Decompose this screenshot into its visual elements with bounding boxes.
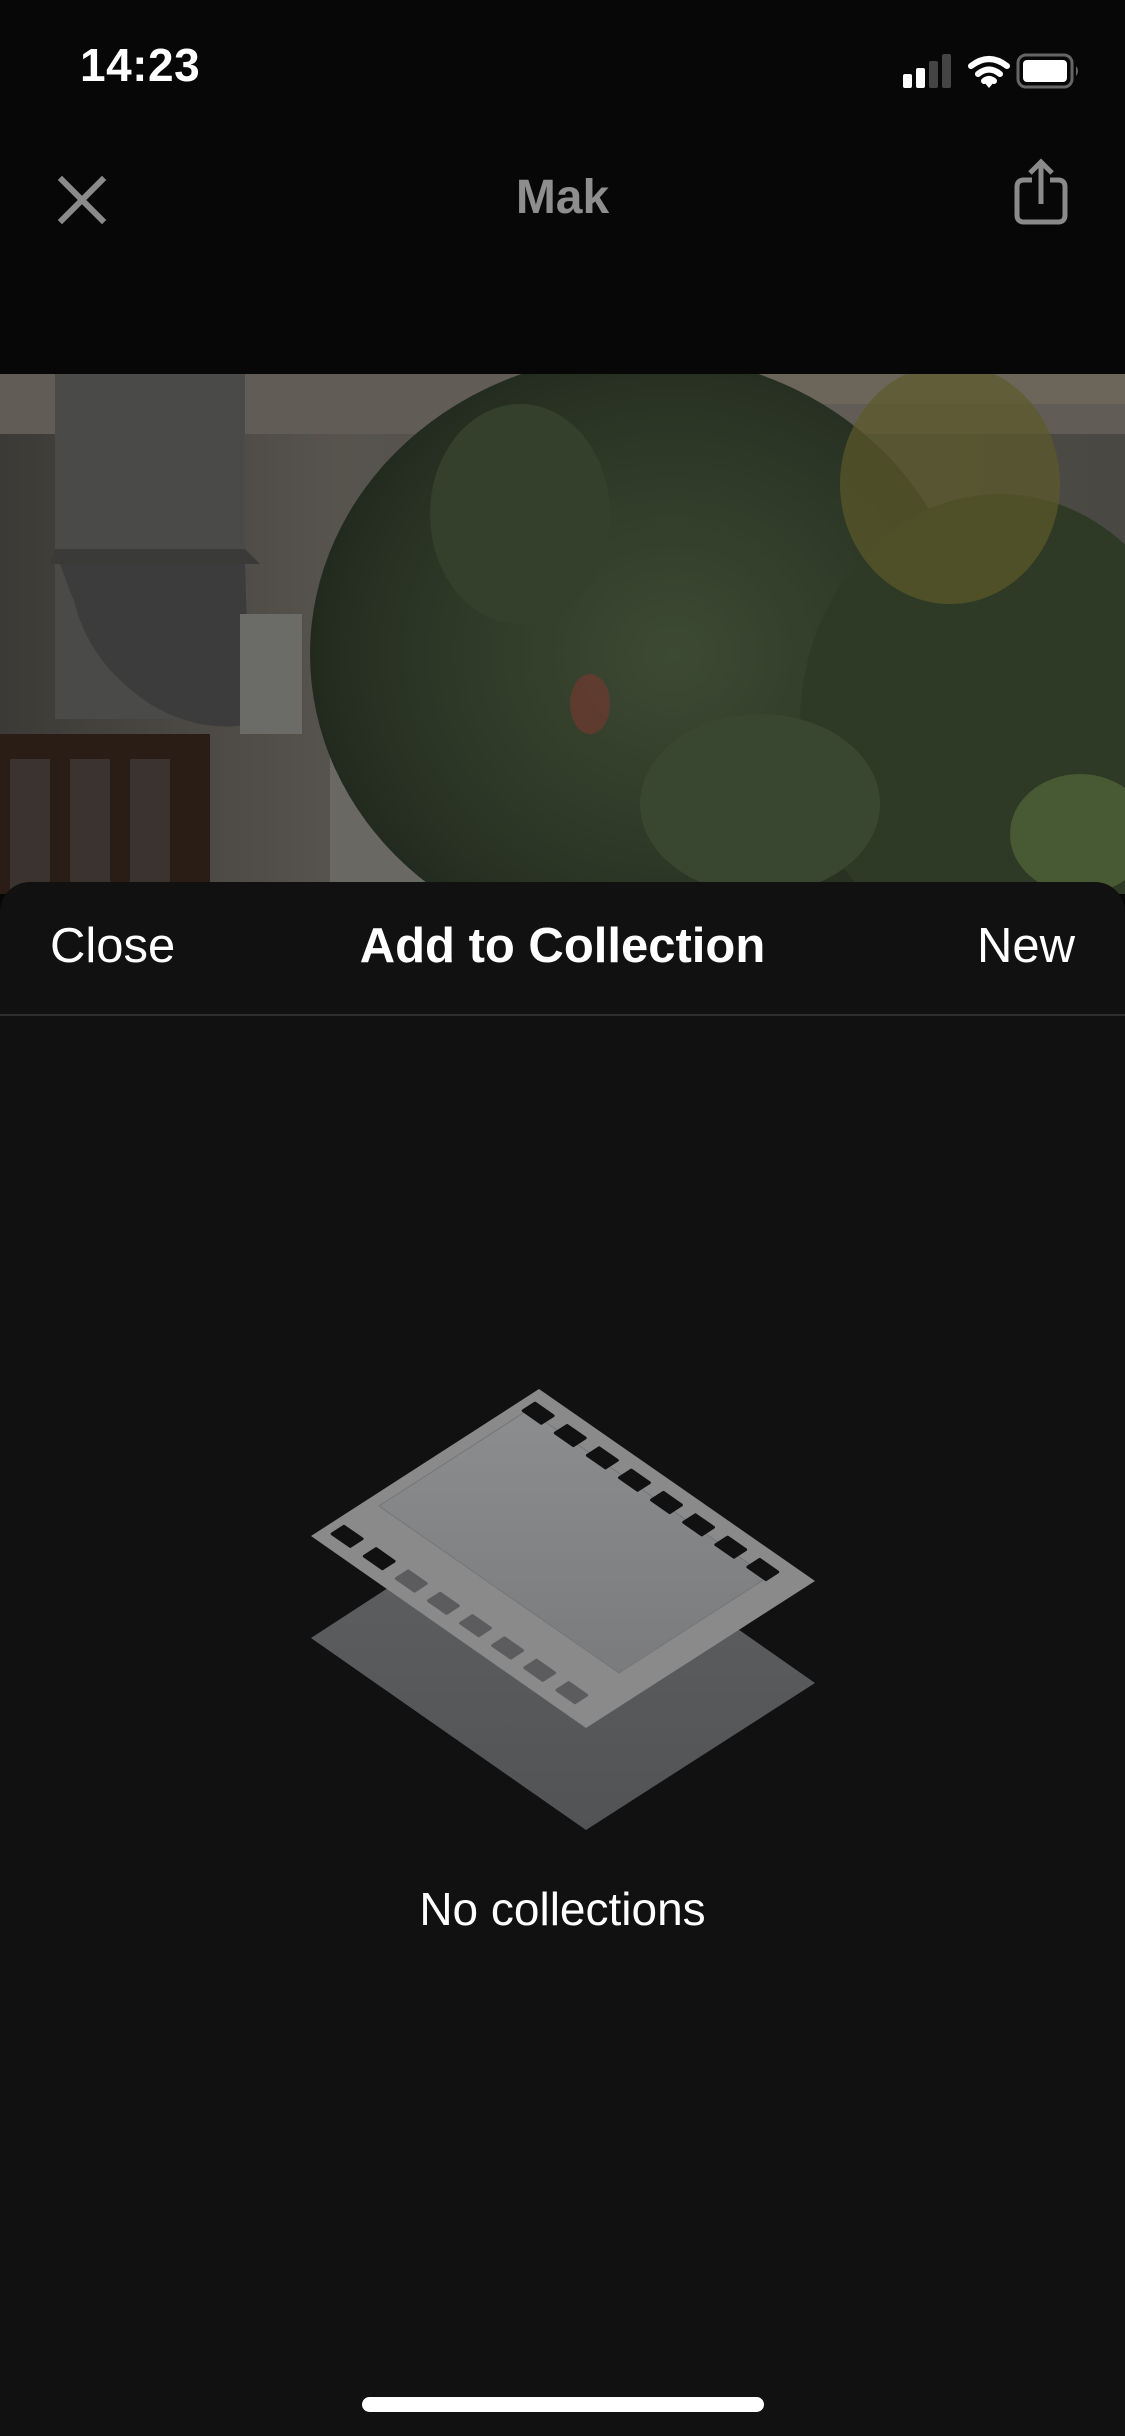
sprocket-hole <box>362 1547 396 1571</box>
add-to-collection-sheet: Close Add to Collection New No collectio… <box>0 882 1125 2436</box>
home-indicator[interactable] <box>362 2397 764 2412</box>
sheet-title: Add to Collection <box>359 919 766 973</box>
share-button[interactable] <box>1006 156 1076 236</box>
sprocket-hole <box>555 1681 589 1705</box>
sheet-header: Close Add to Collection New <box>0 882 1125 1016</box>
signal-icon <box>903 54 951 88</box>
new-collection-button[interactable]: New <box>977 918 1075 974</box>
photo-preview <box>0 374 1125 894</box>
status-time: 14:23 <box>80 39 201 91</box>
sprocket-hole <box>618 1468 651 1492</box>
sprocket-hole <box>521 1401 555 1425</box>
underlay-sheet <box>311 1490 815 1830</box>
sprocket-hole <box>746 1557 780 1582</box>
sprocket-hole <box>491 1636 524 1660</box>
nav-bar: Mak <box>0 132 1125 264</box>
sprocket-hole <box>427 1591 460 1615</box>
battery-icon <box>1016 53 1078 89</box>
sprocket-hole <box>394 1569 428 1593</box>
empty-state-text: No collections <box>419 1883 706 1935</box>
wifi-icon <box>968 56 1010 88</box>
film-holes-top <box>521 1401 780 1582</box>
sprocket-hole <box>523 1658 557 1682</box>
share-icon <box>1014 158 1068 225</box>
sprocket-hole <box>585 1446 619 1470</box>
status-icons <box>881 52 1081 92</box>
photo-image <box>0 374 1125 894</box>
sprocket-hole <box>682 1513 715 1537</box>
film-strip-stack-icon <box>311 1389 815 1830</box>
status-bar: 14:23 <box>0 0 1125 132</box>
sprocket-hole <box>650 1490 683 1515</box>
photo-author-title[interactable]: Mak <box>0 170 1125 225</box>
sprocket-hole <box>714 1535 748 1559</box>
film-frame <box>378 1409 769 1674</box>
film-holes-bottom <box>330 1524 589 1705</box>
sprocket-hole <box>459 1614 492 1638</box>
sprocket-hole <box>553 1424 587 1448</box>
film-strip <box>311 1389 815 1728</box>
sprocket-hole <box>330 1524 364 1548</box>
